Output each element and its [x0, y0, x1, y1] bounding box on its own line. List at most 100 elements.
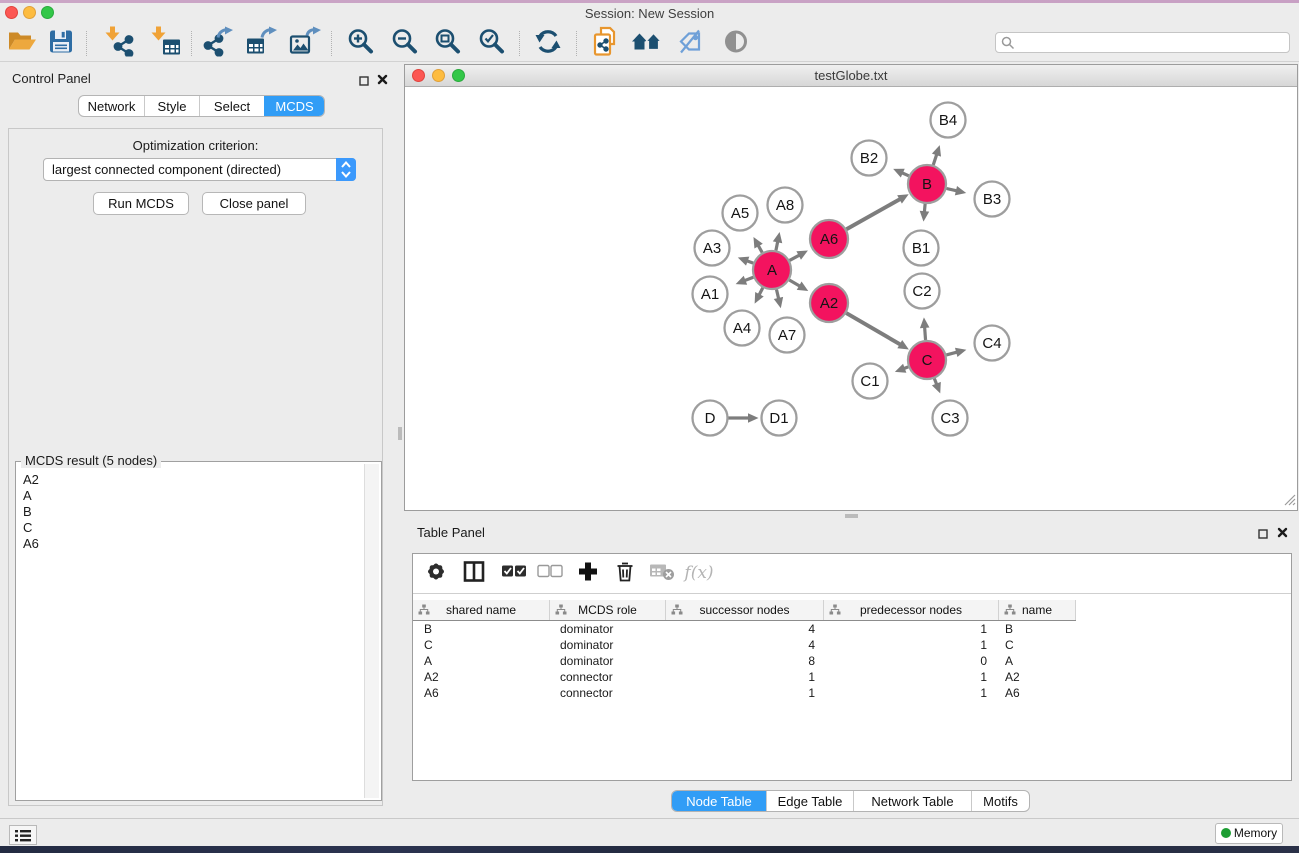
cell: 4 — [666, 637, 824, 653]
import-network-icon[interactable] — [105, 27, 135, 60]
export-network-icon[interactable] — [201, 27, 233, 60]
tab-mcds[interactable]: MCDS — [264, 96, 324, 116]
table-header-row[interactable]: shared nameMCDS rolesuccessor nodesprede… — [413, 600, 1076, 621]
select-all-columns-icon[interactable] — [501, 565, 527, 582]
home-layouts-icon[interactable] — [631, 30, 663, 57]
open-session-icon[interactable] — [7, 30, 37, 57]
control-panel-tabs: NetworkStyleSelectMCDS — [78, 95, 325, 117]
edge-arrow — [920, 317, 930, 328]
table-row-C[interactable]: Cdominator41C — [413, 637, 1291, 653]
add-column-icon[interactable] — [578, 562, 598, 585]
column-header-MCDS-role[interactable]: MCDS role — [550, 600, 666, 620]
table-settings-gear-icon[interactable] — [424, 560, 448, 587]
network-close-button[interactable] — [412, 69, 425, 82]
cell: A — [999, 653, 1076, 669]
zoom-out-icon[interactable] — [392, 28, 419, 58]
tab-style[interactable]: Style — [144, 96, 199, 116]
table-row-B[interactable]: Bdominator41B — [413, 621, 1291, 637]
criterion-dropdown[interactable]: largest connected component (directed) — [43, 158, 356, 181]
network-minimize-button[interactable] — [432, 69, 445, 82]
cell: A2 — [413, 669, 550, 685]
node-label-B3: B3 — [983, 191, 1001, 208]
result-item[interactable]: B — [23, 504, 363, 520]
column-header-successor-nodes[interactable]: successor nodes — [666, 600, 824, 620]
edge-A2-C[interactable] — [846, 313, 902, 345]
table-float-panel-icon[interactable] — [1258, 527, 1268, 542]
save-session-icon[interactable] — [49, 30, 73, 57]
vertical-divider-handle[interactable] — [398, 427, 402, 440]
toggle-view-icon[interactable] — [724, 29, 749, 57]
cell: 1 — [824, 621, 999, 637]
column-header-shared-name[interactable]: shared name — [413, 600, 550, 620]
tab-network[interactable]: Network — [79, 96, 144, 116]
tab-motifs[interactable]: Motifs — [971, 791, 1029, 811]
edge-arrow — [955, 186, 966, 195]
delete-table-icon[interactable] — [649, 562, 675, 585]
network-maximize-button[interactable] — [452, 69, 465, 82]
deselect-all-columns-icon[interactable] — [537, 565, 563, 582]
memory-status-icon — [1221, 828, 1231, 838]
cell: A2 — [999, 669, 1076, 685]
search-field[interactable] — [995, 32, 1290, 53]
edge-arrow — [738, 257, 750, 266]
mcds-result-list[interactable]: A2ABCA6 — [18, 464, 363, 798]
tab-network-table[interactable]: Network Table — [853, 791, 971, 811]
horizontal-divider-handle[interactable] — [845, 514, 858, 518]
cell: dominator — [550, 637, 666, 653]
function-builder-icon[interactable]: f(x) — [684, 563, 713, 583]
result-item[interactable]: A — [23, 488, 363, 504]
cell: 1 — [824, 685, 999, 701]
table-row-A6[interactable]: A6connector11A6 — [413, 685, 1291, 701]
network-window-titlebar[interactable]: testGlobe.txt — [405, 65, 1297, 87]
tab-node-table[interactable]: Node Table — [672, 791, 766, 811]
cell: 1 — [666, 685, 824, 701]
network-snapshot-icon[interactable] — [591, 27, 619, 60]
zoom-selected-icon[interactable] — [479, 28, 506, 58]
network-graph[interactable]: B4B2BB3A8A5A6A3B1AC2A1A2A4A7C4CC1C3DD1 — [405, 87, 1297, 510]
edge-A6-B[interactable] — [846, 198, 901, 229]
result-scrollbar[interactable] — [364, 464, 379, 798]
cell: B — [999, 621, 1076, 637]
node-label-A5: A5 — [731, 205, 749, 222]
import-table-icon[interactable] — [151, 27, 181, 60]
show-columns-icon[interactable] — [463, 561, 485, 586]
column-header-name[interactable]: name — [999, 600, 1076, 620]
task-history-button[interactable] — [9, 825, 37, 845]
hide-labels-icon[interactable] — [677, 29, 703, 58]
delete-column-trash-icon[interactable] — [615, 561, 635, 586]
table-rows[interactable]: Bdominator41BCdominator41CAdominator80AA… — [413, 621, 1291, 701]
run-mcds-button[interactable]: Run MCDS — [93, 192, 189, 215]
result-item[interactable]: C — [23, 520, 363, 536]
result-item[interactable]: A2 — [23, 472, 363, 488]
table-close-panel-icon[interactable] — [1277, 526, 1288, 541]
table-panel-title: Table Panel — [417, 525, 485, 540]
zoom-fit-icon[interactable] — [435, 28, 462, 58]
node-label-A1: A1 — [701, 286, 719, 303]
close-panel-button[interactable]: Close panel — [202, 192, 306, 215]
tab-edge-table[interactable]: Edge Table — [766, 791, 853, 811]
resize-grip-icon[interactable] — [1283, 493, 1296, 509]
node-label-A2: A2 — [820, 295, 838, 312]
export-table-icon[interactable] — [245, 27, 277, 60]
close-panel-icon[interactable] — [377, 73, 388, 88]
table-toolbar: f(x) — [413, 554, 1291, 594]
table-row-A[interactable]: Adominator80A — [413, 653, 1291, 669]
cell: 0 — [824, 653, 999, 669]
node-label-B: B — [922, 176, 932, 193]
search-icon — [1001, 36, 1015, 50]
cell: C — [413, 637, 550, 653]
zoom-in-icon[interactable] — [348, 28, 375, 58]
refresh-icon[interactable] — [535, 29, 561, 58]
node-label-C3: C3 — [940, 410, 959, 427]
edge-arrow — [773, 232, 782, 243]
result-item[interactable]: A6 — [23, 536, 363, 552]
main-titlebar[interactable]: Session: New Session — [0, 3, 1299, 24]
tab-select[interactable]: Select — [199, 96, 264, 116]
node-label-C4: C4 — [982, 335, 1001, 352]
column-header-predecessor-nodes[interactable]: predecessor nodes — [824, 600, 999, 620]
memory-button[interactable]: Memory — [1215, 823, 1283, 844]
cell: A — [413, 653, 550, 669]
float-panel-icon[interactable] — [359, 74, 369, 89]
export-image-icon[interactable] — [289, 27, 321, 60]
table-row-A2[interactable]: A2connector11A2 — [413, 669, 1291, 685]
